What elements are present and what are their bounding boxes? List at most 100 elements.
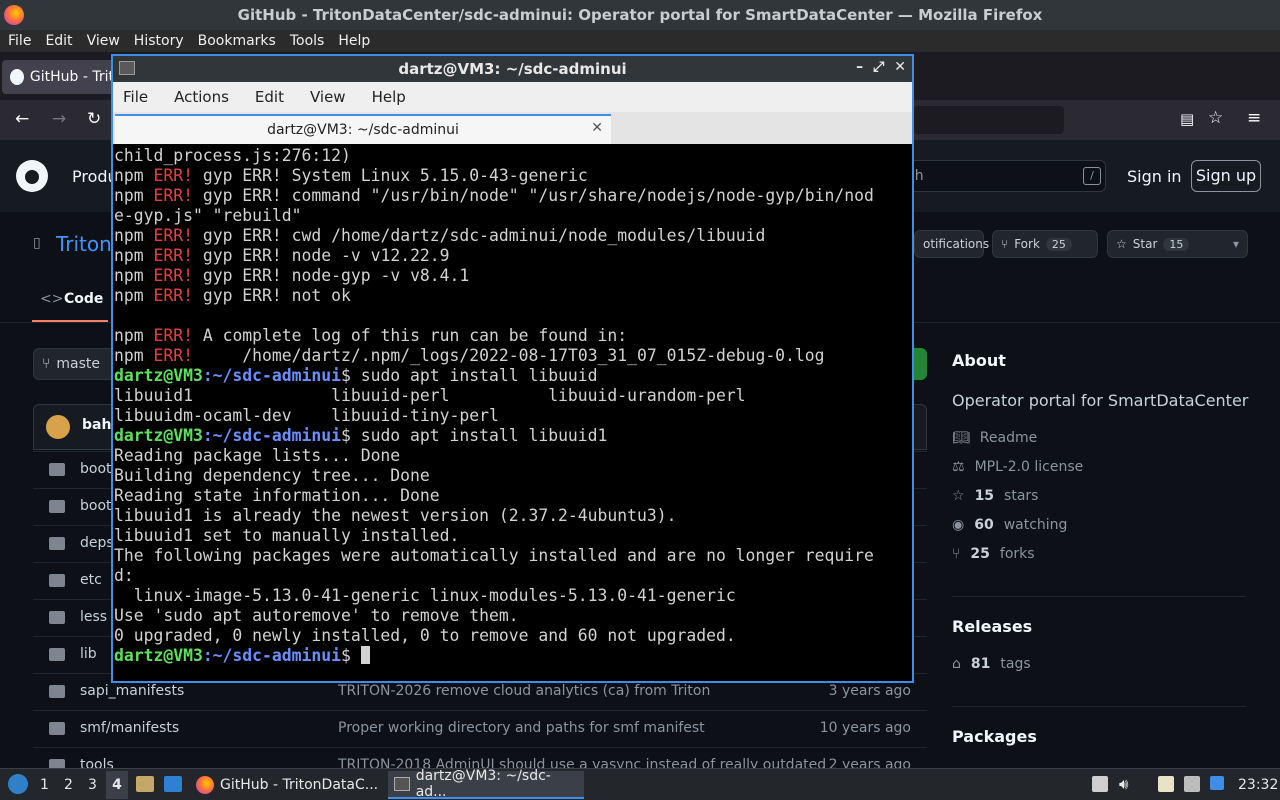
- sidebar-divider: [952, 596, 1246, 597]
- terminal-menu-actions[interactable]: Actions: [174, 88, 229, 106]
- chevron-down-icon[interactable]: ▾: [1233, 237, 1239, 251]
- terminal-line: e-gyp.js" "rebuild": [114, 206, 302, 225]
- file-name[interactable]: etc: [80, 572, 102, 588]
- releases-heading[interactable]: Releases: [952, 617, 1032, 636]
- terminal-cursor: [360, 646, 370, 664]
- github-logo-icon[interactable]: [16, 160, 48, 192]
- file-name[interactable]: deps: [80, 535, 114, 551]
- terminal-line: libuuid1 libuuid-perl libuuid-urandom-pe…: [114, 386, 746, 405]
- star-button[interactable]: ☆ Star 15 ▾: [1107, 230, 1248, 258]
- commit-age: 3 years ago: [828, 683, 911, 699]
- folder-icon: [49, 611, 65, 624]
- terminal-line: npm ERR! gyp ERR! System Linux 5.15.0-43…: [114, 166, 588, 185]
- tray-updates-icon[interactable]: [1092, 776, 1108, 792]
- terminal-tabbar: dartz@VM3: ~/sdc-adminui ✕: [113, 112, 912, 144]
- menu-edit[interactable]: Edit: [45, 33, 72, 49]
- tab-close-icon[interactable]: ✕: [591, 120, 603, 136]
- maximize-icon[interactable]: ⤢: [873, 59, 884, 75]
- volume-icon[interactable]: 🔊︎: [1119, 775, 1128, 793]
- clipboard-icon[interactable]: [1158, 776, 1174, 792]
- file-name[interactable]: lib: [80, 646, 97, 662]
- about-heading: About: [952, 351, 1006, 370]
- close-icon[interactable]: ✕: [894, 59, 906, 75]
- file-name[interactable]: smf/manifests: [80, 720, 179, 736]
- workspace-1[interactable]: 1: [40, 777, 49, 793]
- file-name[interactable]: less: [80, 609, 107, 625]
- terminal-menu-view[interactable]: View: [310, 88, 346, 106]
- terminal-menu-file[interactable]: File: [123, 88, 148, 106]
- firefox-menubar: File Edit View History Bookmarks Tools H…: [0, 30, 1280, 52]
- workspace-4-active[interactable]: 4: [106, 771, 128, 799]
- folder-icon: [49, 463, 65, 476]
- commit-age: 10 years ago: [819, 720, 911, 736]
- notification-icon[interactable]: [1210, 776, 1224, 790]
- reader-view-icon[interactable]: ▤: [1180, 110, 1194, 128]
- menu-file[interactable]: File: [8, 33, 31, 49]
- star-icon: ☆: [1116, 237, 1127, 251]
- start-menu-icon[interactable]: [8, 774, 28, 794]
- tab-github[interactable]: GitHub - Trit: [2, 60, 114, 94]
- bookmark-star-icon[interactable]: ☆: [1208, 108, 1223, 128]
- forks-link[interactable]: ⑂ 25 forks: [952, 546, 1035, 562]
- file-name[interactable]: boot: [80, 461, 112, 477]
- packages-heading[interactable]: Packages: [952, 727, 1037, 746]
- stars-link[interactable]: ☆ 15 stars: [952, 488, 1038, 504]
- terminal-line: libuuidm-ocaml-dev libuuid-tiny-perl: [114, 406, 499, 425]
- terminal-line: libuuid1 set to manually installed.: [114, 526, 460, 545]
- tags-link[interactable]: ⌂ 81 tags: [952, 656, 1031, 672]
- commit-message[interactable]: TRITON-2026 remove cloud analytics (ca) …: [338, 683, 710, 699]
- terminal-line: npm ERR! gyp ERR! not ok: [114, 286, 351, 305]
- show-desktop-icon[interactable]: [164, 776, 182, 792]
- tab-code[interactable]: Code: [64, 291, 103, 307]
- readme-link[interactable]: 📖︎ Readme: [952, 430, 1037, 446]
- terminal-window: dartz@VM3: ~/sdc-adminui – ⤢ ✕ File Acti…: [111, 54, 914, 683]
- network-icon[interactable]: [1184, 776, 1200, 792]
- menu-tools[interactable]: Tools: [290, 33, 325, 49]
- terminal-titlebar[interactable]: dartz@VM3: ~/sdc-adminui – ⤢ ✕: [113, 56, 912, 82]
- file-manager-icon[interactable]: [136, 776, 154, 792]
- folder-icon: [49, 722, 65, 735]
- workspace-3[interactable]: 3: [88, 777, 97, 793]
- back-icon[interactable]: ←: [15, 109, 29, 129]
- terminal-menu-edit[interactable]: Edit: [255, 88, 284, 106]
- forward-icon[interactable]: →: [52, 109, 66, 129]
- watching-link[interactable]: ◉ 60 watching: [952, 517, 1067, 533]
- fork-count: 25: [1045, 237, 1072, 251]
- commit-message[interactable]: Proper working directory and paths for s…: [338, 720, 705, 736]
- repo-name-link[interactable]: Triton: [56, 232, 112, 256]
- menu-help[interactable]: Help: [338, 33, 370, 49]
- workspace-2[interactable]: 2: [64, 777, 73, 793]
- fork-icon: ⑂: [1001, 237, 1009, 251]
- file-name[interactable]: sapi_manifests: [80, 683, 184, 699]
- terminal-line: Reading package lists... Done: [114, 446, 401, 465]
- tab-github-label: GitHub - Trit: [29, 69, 114, 85]
- taskbar-task-terminal[interactable]: dartz@VM3: ~/sdc-ad...: [388, 768, 584, 800]
- firefox-titlebar: GitHub - TritonDataCenter/sdc-adminui: O…: [0, 0, 1280, 30]
- terminal-output[interactable]: child_process.js:276:12) npm ERR! gyp ERR…: [114, 146, 911, 681]
- code-icon: <>: [40, 291, 64, 307]
- branch-selector[interactable]: ⑂ maste: [33, 348, 123, 380]
- eye-icon: ◉: [952, 517, 965, 533]
- reload-icon[interactable]: ↻: [87, 109, 101, 129]
- table-row[interactable]: smf/manifests Proper working directory an…: [33, 710, 927, 747]
- github-favicon-icon: [10, 69, 24, 85]
- minimize-icon[interactable]: –: [856, 59, 863, 75]
- terminal-menu-help[interactable]: Help: [372, 88, 406, 106]
- app-menu-icon[interactable]: ≡: [1247, 108, 1261, 128]
- terminal-line: linux-image-5.13.0-41-generic linux-modu…: [114, 586, 736, 605]
- fork-button[interactable]: ⑂ Fork 25: [992, 230, 1098, 258]
- taskbar-task-firefox[interactable]: GitHub - TritonDataC...: [190, 771, 384, 799]
- url-bar[interactable]: [914, 106, 1064, 134]
- sign-up-button[interactable]: Sign up: [1191, 160, 1261, 192]
- terminal-tab[interactable]: dartz@VM3: ~/sdc-adminui ✕: [115, 114, 611, 144]
- menu-bookmarks[interactable]: Bookmarks: [198, 33, 276, 49]
- sign-in-link[interactable]: Sign in: [1127, 167, 1182, 186]
- menu-view[interactable]: View: [87, 33, 120, 49]
- firefox-window-title: GitHub - TritonDataCenter/sdc-adminui: O…: [237, 6, 1043, 24]
- firefox-logo-icon: [4, 5, 24, 25]
- license-link[interactable]: ⚖ MPL-2.0 license: [952, 459, 1083, 475]
- folder-icon: [49, 574, 65, 587]
- menu-history[interactable]: History: [134, 33, 184, 49]
- terminal-line: The following packages were automaticall…: [114, 546, 874, 565]
- notifications-button[interactable]: otifications: [914, 230, 989, 258]
